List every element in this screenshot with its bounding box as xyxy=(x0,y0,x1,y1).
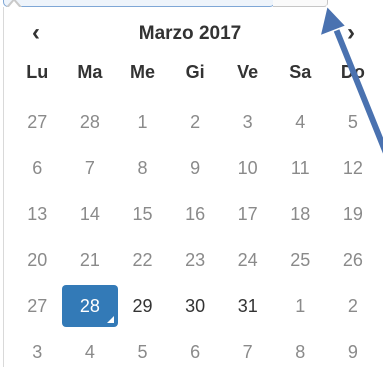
weekday-header-row: Lu Ma Me Gi Ve Sa Do xyxy=(11,62,379,83)
day-cell[interactable]: 29 xyxy=(116,284,169,328)
day-cell[interactable]: 6 xyxy=(11,146,64,190)
day-cell[interactable]: 3 xyxy=(11,330,64,374)
popup-border xyxy=(3,7,4,367)
date-input-field[interactable] xyxy=(3,0,275,7)
day-cell[interactable]: 27 xyxy=(11,100,64,144)
day-cell[interactable]: 2 xyxy=(327,284,380,328)
day-cell[interactable]: 23 xyxy=(169,238,222,282)
day-cell[interactable]: 20 xyxy=(11,238,64,282)
day-cell[interactable]: 1 xyxy=(116,100,169,144)
day-cell[interactable]: 22 xyxy=(116,238,169,282)
day-cell[interactable]: 15 xyxy=(116,192,169,236)
day-cell[interactable]: 24 xyxy=(221,238,274,282)
day-cell-selected[interactable]: 28 xyxy=(61,285,118,327)
prev-month-button[interactable]: ‹ xyxy=(22,16,50,52)
day-cell[interactable]: 4 xyxy=(274,100,327,144)
day-cell[interactable]: 5 xyxy=(327,100,380,144)
day-cell[interactable]: 26 xyxy=(327,238,380,282)
day-cell[interactable]: 13 xyxy=(11,192,64,236)
day-cell[interactable]: 10 xyxy=(221,146,274,190)
day-cell[interactable]: 9 xyxy=(327,330,380,374)
day-cell[interactable]: 28 xyxy=(64,100,117,144)
month-year-title[interactable]: Marzo 2017 xyxy=(95,16,285,52)
day-cell[interactable]: 12 xyxy=(327,146,380,190)
day-cell[interactable]: 14 xyxy=(64,192,117,236)
day-cell[interactable]: 4 xyxy=(64,330,117,374)
day-cell[interactable]: 31 xyxy=(221,284,274,328)
week-row: 6 7 8 9 10 11 12 xyxy=(11,145,379,191)
day-grid: 27 28 1 2 3 4 5 6 7 8 9 10 11 12 13 14 15 16 17 18 19 20 21 22 2… xyxy=(11,99,379,375)
week-row: 27 28 1 2 3 4 5 xyxy=(11,99,379,145)
day-cell[interactable]: 18 xyxy=(274,192,327,236)
day-cell[interactable]: 16 xyxy=(169,192,222,236)
day-cell[interactable]: 21 xyxy=(64,238,117,282)
calendar-header: ‹ Marzo 2017 › xyxy=(0,16,383,52)
day-cell[interactable]: 30 xyxy=(169,284,222,328)
week-row: 20 21 22 23 24 25 26 xyxy=(11,237,379,283)
day-cell[interactable]: 5 xyxy=(116,330,169,374)
week-row: 27 28 29 30 31 1 2 xyxy=(11,283,379,329)
day-cell[interactable]: 8 xyxy=(274,330,327,374)
weekday-label: Ve xyxy=(237,62,259,82)
day-cell[interactable]: 1 xyxy=(274,284,327,328)
week-row: 13 14 15 16 17 18 19 xyxy=(11,191,379,237)
day-cell[interactable]: 25 xyxy=(274,238,327,282)
day-cell[interactable]: 8 xyxy=(116,146,169,190)
day-cell[interactable]: 6 xyxy=(169,330,222,374)
day-cell[interactable]: 27 xyxy=(11,284,64,328)
weekday-label: Ma xyxy=(77,62,103,82)
day-cell[interactable]: 9 xyxy=(169,146,222,190)
day-cell[interactable]: 7 xyxy=(64,146,117,190)
day-cell[interactable]: 3 xyxy=(221,100,274,144)
weekday-label: Sa xyxy=(289,62,312,82)
day-cell[interactable]: 11 xyxy=(274,146,327,190)
next-month-button[interactable]: › xyxy=(338,16,364,52)
weekday-label: Do xyxy=(340,62,365,82)
day-cell[interactable]: 17 xyxy=(221,192,274,236)
weekday-label: Lu xyxy=(26,62,49,82)
popup-caret xyxy=(8,1,20,8)
day-cell[interactable]: 7 xyxy=(221,330,274,374)
weekday-label: Gi xyxy=(185,62,205,82)
date-input-addon[interactable] xyxy=(273,0,328,7)
week-row: 3456789 xyxy=(11,329,379,375)
day-cell[interactable]: 19 xyxy=(327,192,380,236)
weekday-label: Me xyxy=(129,62,155,82)
day-cell[interactable]: 2 xyxy=(169,100,222,144)
